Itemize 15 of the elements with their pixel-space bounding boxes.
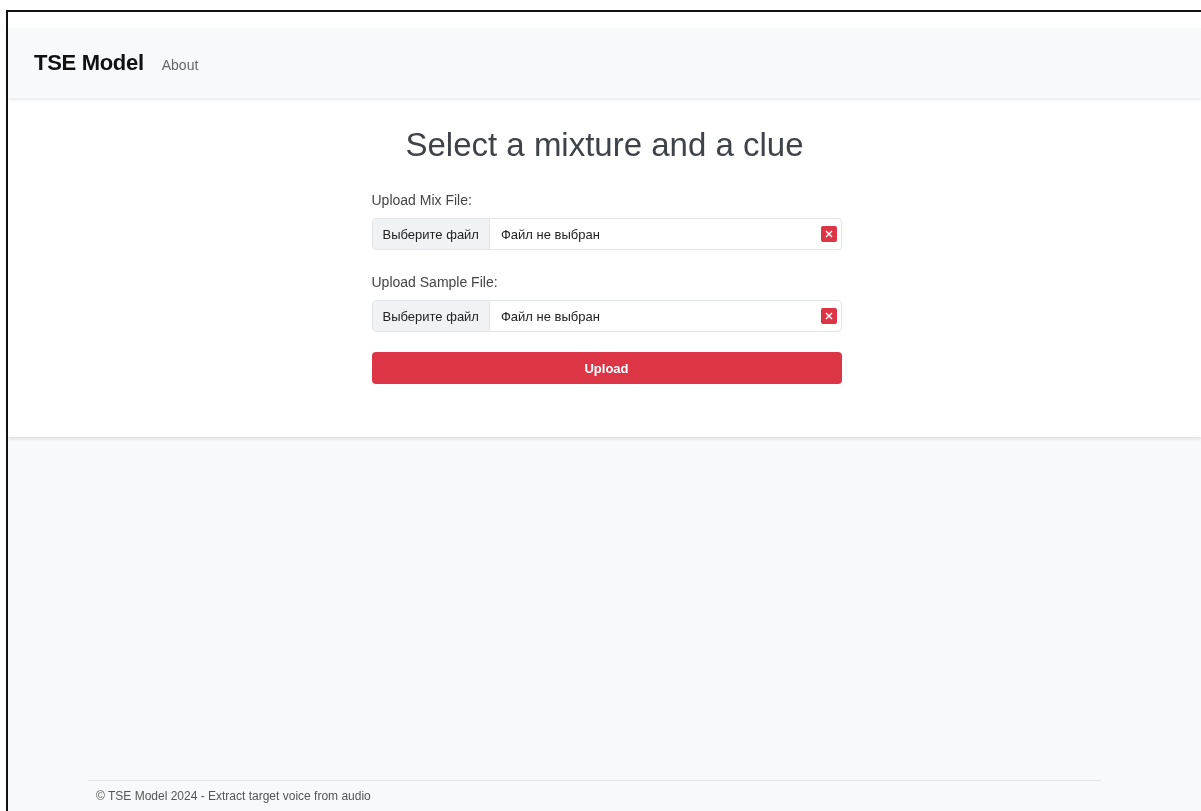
page-title: Select a mixture and a clue (405, 126, 804, 164)
clear-icon[interactable] (820, 226, 837, 242)
file-status: Файл не выбран (499, 308, 601, 324)
choose-file-button[interactable]: Выберите файл (372, 219, 490, 249)
choose-file-button[interactable]: Выберите файл (372, 301, 490, 331)
footer-text: © TSE Model 2024 - Extract target voice from audio (96, 789, 371, 803)
nav-link[interactable]: About (161, 57, 199, 73)
upload-button[interactable]: Upload (371, 352, 842, 384)
file-input[interactable]: Выберите файл Файл не выбран (371, 218, 842, 250)
file-input[interactable]: Выберите файл Файл не выбран (371, 300, 842, 332)
clear-icon[interactable] (820, 308, 837, 324)
brand-logo[interactable]: TSE Model (34, 50, 144, 76)
field-label: Upload Mix File: (371, 192, 473, 208)
field-label: Upload Sample File: (371, 274, 499, 290)
file-status: Файл не выбран (499, 226, 601, 242)
